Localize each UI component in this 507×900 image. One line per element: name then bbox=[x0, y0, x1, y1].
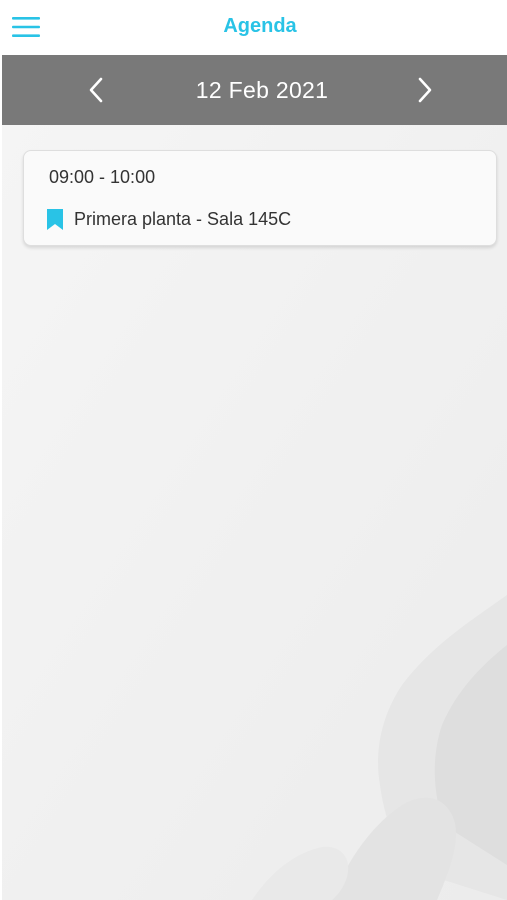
event-location: Primera planta - Sala 145C bbox=[74, 208, 292, 229]
event-time: 09:00 - 10:00 bbox=[49, 167, 156, 187]
date-navigation-bar: 12 Feb 2021 bbox=[2, 55, 507, 125]
next-day-button[interactable] bbox=[407, 72, 443, 108]
event-card[interactable]: 09:00 - 10:00 Primera planta - Sala 145C bbox=[23, 150, 497, 246]
app-header: Agenda bbox=[0, 0, 507, 55]
event-location-row: Primera planta - Sala 145C bbox=[46, 207, 291, 231]
agenda-screen: Agenda 12 Feb 2021 09:00 - 10:00 Primera… bbox=[0, 0, 507, 900]
agenda-content[interactable]: 09:00 - 10:00 Primera planta - Sala 145C bbox=[2, 125, 507, 900]
chevron-right-icon[interactable] bbox=[416, 76, 434, 104]
bookmark-icon bbox=[47, 208, 63, 230]
page-title: Agenda bbox=[223, 15, 297, 37]
